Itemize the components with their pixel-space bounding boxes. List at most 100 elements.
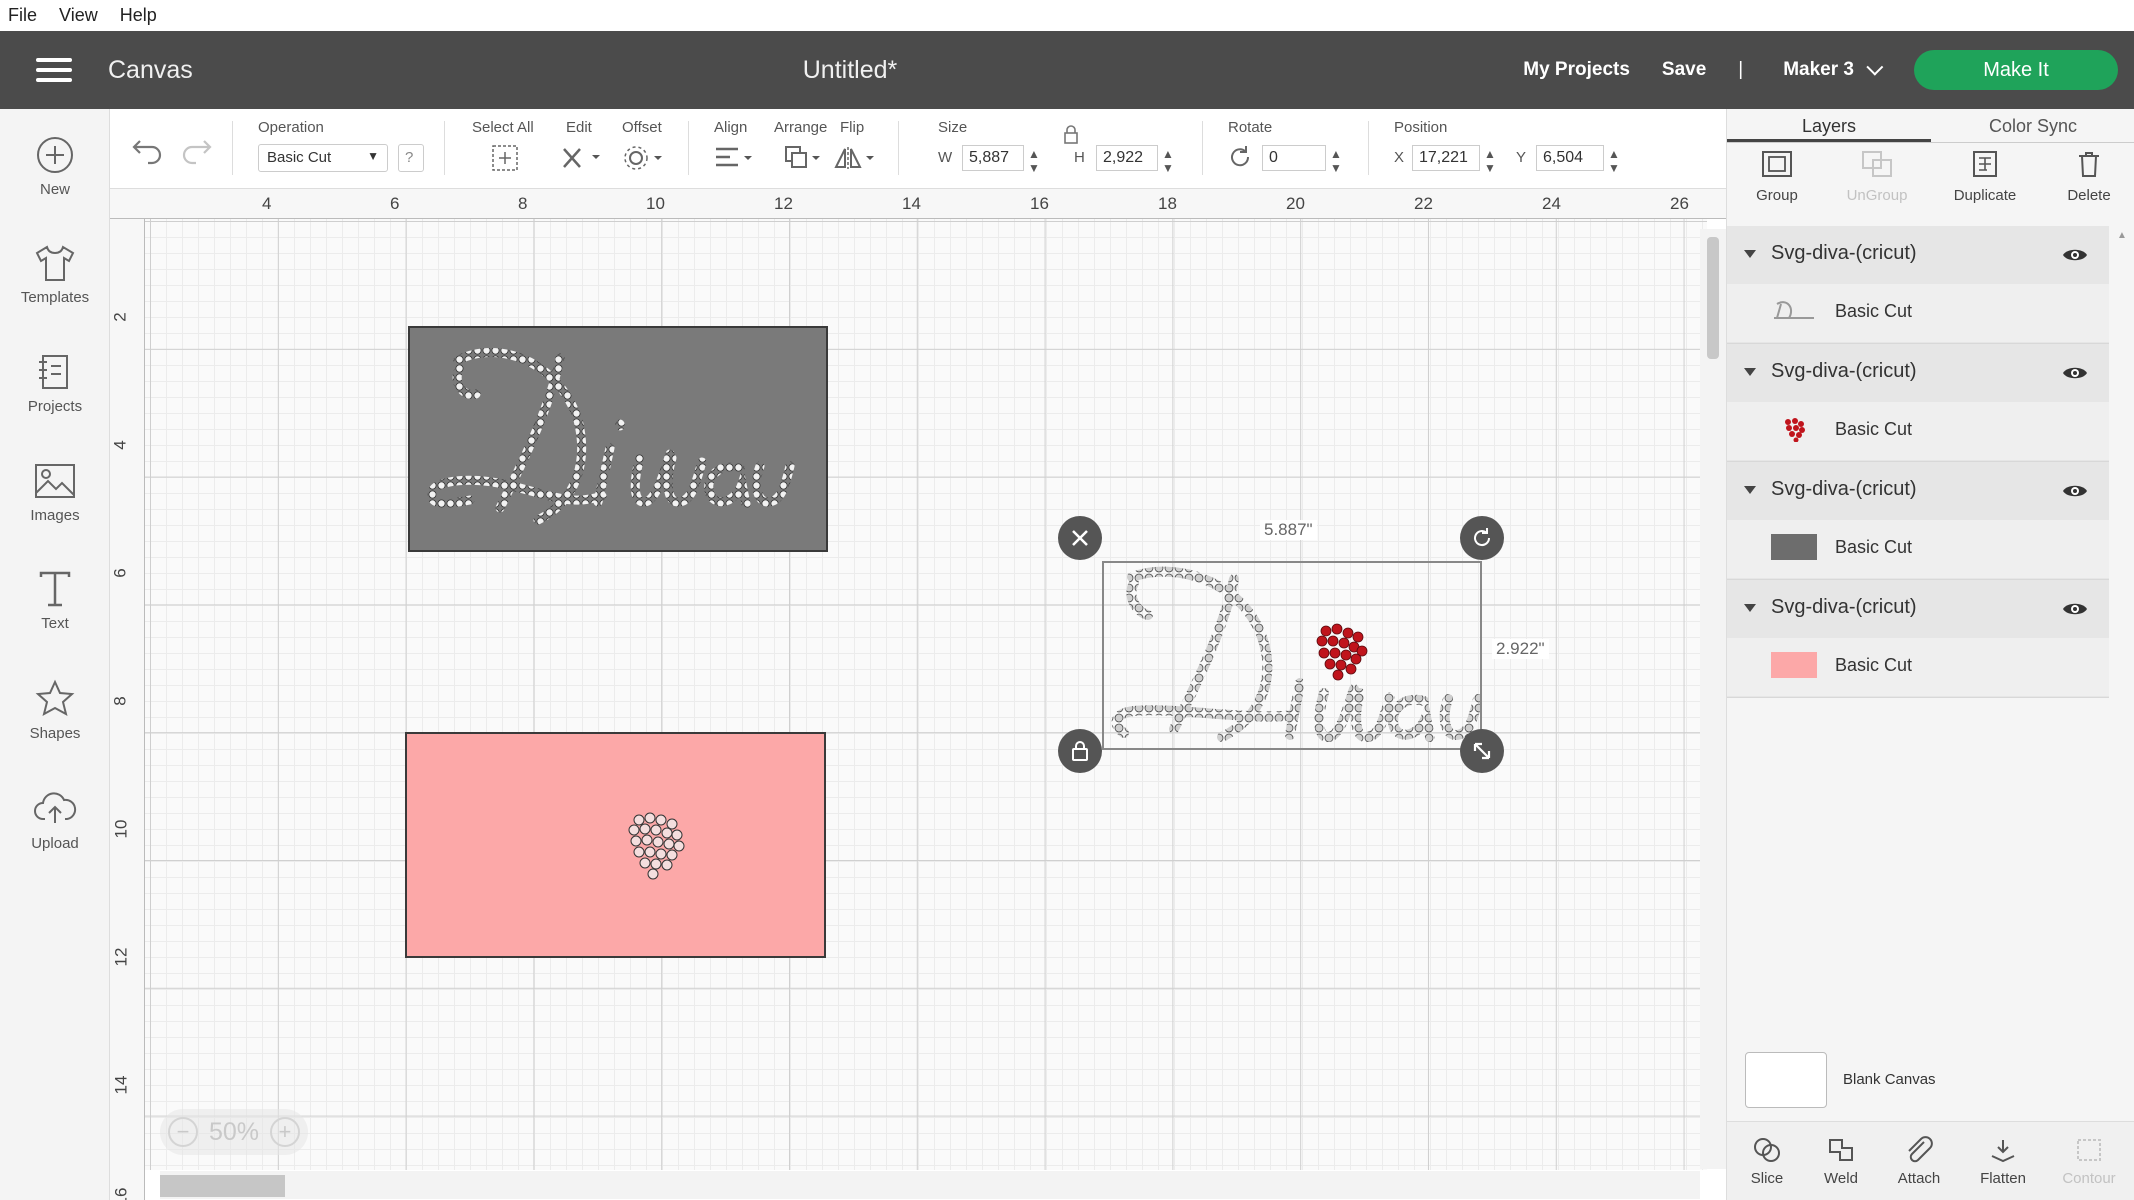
tab-color-sync[interactable]: Color Sync: [1931, 109, 2134, 142]
layer-row[interactable]: Basic Cut: [1727, 284, 2109, 342]
slice-icon: [1754, 1138, 1780, 1162]
collapse-triangle-icon[interactable]: [1744, 486, 1756, 494]
diva-outline-thumbnail: [1774, 301, 1814, 319]
document-title[interactable]: Untitled*: [740, 56, 960, 85]
dropdown-arrow-icon: ▼: [367, 149, 379, 163]
width-stepper-icon[interactable]: ▲ ▼: [1028, 147, 1040, 175]
slice-button[interactable]: Slice: [1727, 1136, 1807, 1187]
layer-group[interactable]: Svg-diva-(cricut) Basic Cut: [1727, 226, 2109, 344]
eye-icon[interactable]: [2062, 364, 2088, 382]
y-stepper-icon[interactable]: ▲ ▼: [1608, 147, 1620, 175]
tool-text[interactable]: Text: [0, 569, 110, 632]
tool-upload[interactable]: Upload: [0, 789, 110, 852]
rotate-stepper-icon[interactable]: ▲ ▼: [1330, 147, 1342, 175]
flip-label: Flip: [840, 119, 865, 136]
ruler-tick: 6: [390, 194, 400, 213]
selected-diva-group[interactable]: [1102, 561, 1483, 750]
eye-icon[interactable]: [2062, 482, 2088, 500]
delete-button[interactable]: Delete: [2039, 149, 2134, 204]
scroll-up-icon[interactable]: ▲: [2117, 230, 2127, 241]
x-position-input[interactable]: 17,221: [1412, 145, 1480, 171]
lock-ratio-icon[interactable]: [1062, 125, 1080, 145]
align-icon[interactable]: [712, 143, 756, 173]
menu-file[interactable]: File: [8, 5, 37, 26]
tool-new[interactable]: New: [0, 135, 110, 198]
save-button[interactable]: Save: [1662, 59, 1706, 81]
menu-help[interactable]: Help: [120, 5, 157, 26]
blank-canvas-swatch[interactable]: [1745, 1052, 1827, 1108]
eye-icon[interactable]: [2062, 600, 2088, 618]
slice-label: Slice: [1750, 1170, 1784, 1187]
lock-handle[interactable]: [1058, 729, 1102, 773]
panel-scrollbar[interactable]: ▲ ▼: [2109, 226, 2134, 1146]
operation-label: Operation: [258, 119, 324, 136]
layer-operation: Basic Cut: [1835, 655, 1913, 675]
top-bar: Canvas Untitled* My Projects Save | Make…: [0, 31, 2134, 109]
height-stepper-icon[interactable]: ▲ ▼: [1162, 147, 1174, 175]
ruler-tick: 16: [111, 1187, 131, 1200]
eye-icon[interactable]: [2062, 246, 2088, 264]
collapse-triangle-icon[interactable]: [1744, 604, 1756, 612]
top-right-actions: My Projects Save | Maker 3 Make It: [1491, 31, 2118, 109]
delete-handle[interactable]: [1058, 516, 1102, 560]
scroll-thumb[interactable]: [160, 1175, 285, 1197]
make-it-button[interactable]: Make It: [1914, 50, 2118, 90]
operation-help-button[interactable]: ?: [398, 144, 424, 172]
collapse-triangle-icon[interactable]: [1744, 250, 1756, 258]
menu-view[interactable]: View: [59, 5, 98, 26]
diva-grey-block[interactable]: [408, 326, 828, 552]
redo-icon[interactable]: [178, 133, 214, 165]
canvas-vertical-scrollbar[interactable]: [1700, 229, 1726, 1169]
layer-row[interactable]: Basic Cut: [1727, 520, 2109, 578]
machine-select[interactable]: Maker 3: [1783, 58, 1884, 81]
y-position-input[interactable]: 6,504: [1536, 145, 1604, 171]
layer-row[interactable]: Basic Cut: [1727, 638, 2109, 696]
canvas-horizontal-scrollbar[interactable]: [160, 1171, 1700, 1199]
width-input[interactable]: 5,887: [962, 145, 1024, 171]
contour-button[interactable]: Contour: [2049, 1136, 2129, 1187]
layer-group[interactable]: Svg-diva-(cricut) Basic Cut: [1727, 462, 2109, 580]
flip-icon[interactable]: [832, 143, 880, 173]
tool-shapes[interactable]: Shapes: [0, 679, 110, 742]
rotate-icon[interactable]: [1226, 143, 1254, 171]
undo-icon[interactable]: [130, 133, 166, 165]
rotate-handle[interactable]: [1460, 516, 1504, 560]
tool-shapes-label: Shapes: [29, 725, 81, 742]
attach-button[interactable]: Attach: [1879, 1136, 1959, 1187]
group-button[interactable]: Group: [1727, 149, 1827, 204]
ungroup-button[interactable]: UnGroup: [1827, 149, 1927, 204]
tool-projects[interactable]: Projects: [0, 352, 110, 415]
ruler-top: 4 6 8 10 12 14 16 18 20 22 24 26: [110, 189, 1726, 219]
offset-icon[interactable]: [622, 143, 666, 173]
arrange-icon[interactable]: [782, 143, 826, 173]
layer-row[interactable]: Basic Cut: [1727, 402, 2109, 460]
edit-tools-icon[interactable]: [558, 143, 602, 173]
zoom-control: − 50% +: [160, 1109, 308, 1155]
height-input[interactable]: 2,922: [1096, 145, 1158, 171]
resize-handle[interactable]: [1460, 729, 1504, 773]
my-projects-link[interactable]: My Projects: [1523, 59, 1630, 81]
tool-images[interactable]: Images: [0, 461, 110, 524]
collapse-triangle-icon[interactable]: [1744, 368, 1756, 376]
ruler-tick: 6: [110, 568, 130, 578]
select-all-icon[interactable]: [490, 143, 520, 173]
heart-pink-block[interactable]: [405, 732, 826, 958]
zoom-out-button[interactable]: −: [168, 1117, 198, 1147]
rotate-input[interactable]: 0: [1262, 145, 1326, 171]
ungroup-icon: [1862, 151, 1892, 177]
tool-templates[interactable]: Templates: [0, 243, 110, 306]
layer-group[interactable]: Svg-diva-(cricut) Basic Cut: [1727, 344, 2109, 462]
weld-button[interactable]: Weld: [1801, 1136, 1881, 1187]
design-canvas[interactable]: 4 6 8 10 12 14 16 18 20 22 24 26 2 4 6 8…: [110, 189, 1726, 1200]
edit-label: Edit: [566, 119, 592, 136]
tool-new-label: New: [39, 181, 70, 198]
operation-select[interactable]: Basic Cut ▼: [258, 144, 388, 172]
x-stepper-icon[interactable]: ▲ ▼: [1484, 147, 1496, 175]
hamburger-menu-icon[interactable]: [36, 58, 72, 82]
zoom-in-button[interactable]: +: [269, 1117, 300, 1147]
flatten-button[interactable]: Flatten: [1963, 1136, 2043, 1187]
scroll-thumb[interactable]: [1707, 237, 1719, 359]
duplicate-button[interactable]: Duplicate: [1935, 149, 2035, 204]
tab-layers[interactable]: Layers: [1727, 109, 1931, 142]
layer-group[interactable]: Svg-diva-(cricut) Basic Cut: [1727, 580, 2109, 698]
